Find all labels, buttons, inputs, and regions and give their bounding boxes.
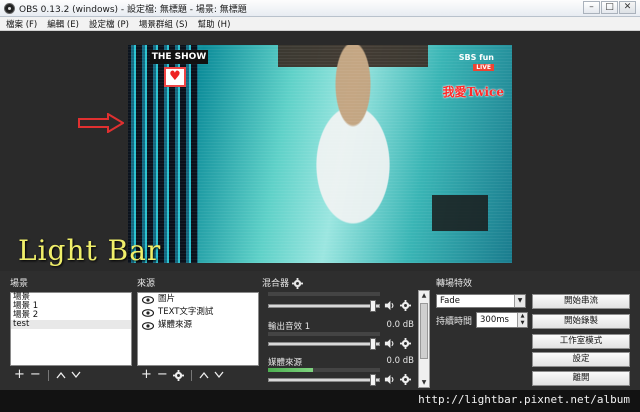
transition-select[interactable]: Fade ▼ [436,294,526,308]
mixer-label: 混合器 [262,279,290,289]
toolbar-divider [47,369,49,381]
video-preview[interactable]: THE SHOW ♥ SBS fun LIVE 我愛Twice [128,45,512,263]
heart-image-source: ♥ [164,67,186,87]
channel-gear-icon[interactable] [400,300,411,311]
mixer-channel-name: 輸出音效 1 [268,322,311,332]
overlay-red-text: 我愛Twice [442,85,504,99]
audio-meter [268,292,380,296]
volume-slider-thumb[interactable] [370,338,376,350]
volume-slider[interactable] [268,378,380,382]
source-item[interactable]: 圖片 [138,293,258,306]
source-item[interactable]: 媒體來源 [138,319,258,332]
spin-arrows-icon[interactable]: ▲ ▼ [517,313,527,327]
start-recording-button[interactable]: 開始錄製 [532,314,630,329]
channel-gear-icon[interactable] [400,338,411,349]
source-properties-gear-icon[interactable] [172,369,184,381]
toolbar-divider [190,369,192,381]
scroll-down-arrow-icon[interactable]: ▼ [420,378,428,387]
move-down-icon[interactable] [214,371,224,379]
start-streaming-button[interactable]: 開始串流 [532,294,630,309]
close-button[interactable]: ✕ [619,1,636,14]
title-bar: OBS 0.13.2 (windows) - 設定檔: 無標題 - 場景: 無標… [0,0,640,17]
studio-mode-button[interactable]: 工作室模式 [532,334,630,349]
sources-label: 來源 [137,279,156,289]
duration-label: 持續時間 [436,317,473,327]
broadcast-info-box [432,195,488,231]
move-down-icon[interactable] [71,371,81,379]
menu-file[interactable]: 檔案 (F) [6,18,37,30]
show-logo: THE SHOW [150,50,208,64]
mixer-scrollbar[interactable]: ▲ ▼ [418,290,430,388]
remove-source-button[interactable]: − [157,368,168,381]
scenes-list: 場景 場景 1 場景 2 test [10,292,132,366]
add-scene-button[interactable]: + [14,368,25,381]
scrollbar-thumb[interactable] [420,303,428,359]
window-title: OBS 0.13.2 (windows) - 設定檔: 無標題 - 場景: 無標… [19,4,247,15]
volume-slider-thumb[interactable] [370,300,376,312]
speaker-icon[interactable] [384,338,395,349]
watermark-url: http://lightbar.pixnet.net/album [418,393,630,406]
menu-scene-collection[interactable]: 場景群組 (S) [139,18,188,30]
menu-help[interactable]: 幫助 (H) [198,18,231,30]
visibility-eye-icon[interactable] [142,295,154,304]
mixer-panel: 輸出音效 1 0.0 dB 媒體來源 0.0 dB [262,290,430,388]
scene-item-selected[interactable]: test [11,320,131,329]
menu-edit[interactable]: 編輯 (E) [47,18,79,30]
move-up-icon[interactable] [199,371,209,379]
speaker-icon[interactable] [384,374,395,385]
visibility-eye-icon[interactable] [142,308,154,317]
source-name: 圖片 [158,294,176,304]
maximize-button[interactable]: □ [601,1,618,14]
overlay-yellow-text: Light Bar [18,234,162,267]
volume-slider-thumb[interactable] [370,374,376,386]
mixer-channel-db: 0.0 dB [386,356,414,366]
scene-item[interactable]: 場景 2 [11,311,131,320]
status-bar: http://lightbar.pixnet.net/album [0,390,640,412]
exit-button[interactable]: 離開 [532,371,630,386]
sources-list: 圖片 TEXT文字測試 媒體來源 [137,292,259,366]
scenes-toolbar: + − [14,368,81,381]
transition-selected-value: Fade [440,296,460,306]
window-controls: – □ ✕ [583,1,636,14]
menu-bar: 檔案 (F) 編輯 (E) 設定檔 (P) 場景群組 (S) 幫助 (H) [0,17,640,31]
chevron-down-icon[interactable]: ▼ [514,295,525,307]
mixer-channel-name: 媒體來源 [268,358,303,368]
source-item[interactable]: TEXT文字測試 [138,306,258,319]
channel-name: SBS fun [458,53,494,62]
source-name: TEXT文字測試 [158,307,214,317]
remove-scene-button[interactable]: − [30,368,41,381]
mixer-channel-db: 0.0 dB [386,320,414,330]
add-source-button[interactable]: + [141,368,152,381]
live-badge: LIVE [473,64,494,71]
volume-slider[interactable] [268,304,380,308]
scroll-up-arrow-icon[interactable]: ▲ [420,291,428,300]
transitions-label: 轉場特效 [436,279,473,289]
audio-meter [268,368,380,372]
minimize-button[interactable]: – [583,1,600,14]
sources-toolbar: + − [141,368,224,381]
mixer-gear-icon[interactable] [291,278,303,289]
channel-logo: SBS fun LIVE [448,53,494,73]
visibility-eye-icon[interactable] [142,321,154,330]
obs-app-icon [4,2,15,14]
red-arrow-annotation [78,113,124,133]
audio-meter-fill [268,368,313,372]
move-up-icon[interactable] [56,371,66,379]
mixer-header: 混合器 [262,276,303,289]
scenes-label: 場景 [10,279,29,289]
channel-gear-icon[interactable] [400,374,411,385]
audio-meter [268,332,380,336]
duration-value: 300ms [480,315,509,325]
settings-button[interactable]: 設定 [532,352,630,367]
speaker-icon[interactable] [384,300,395,311]
menu-profile[interactable]: 設定檔 (P) [89,18,129,30]
source-name: 媒體來源 [158,320,193,330]
duration-spinbox[interactable]: 300ms ▲ ▼ [476,312,528,328]
volume-slider[interactable] [268,342,380,346]
